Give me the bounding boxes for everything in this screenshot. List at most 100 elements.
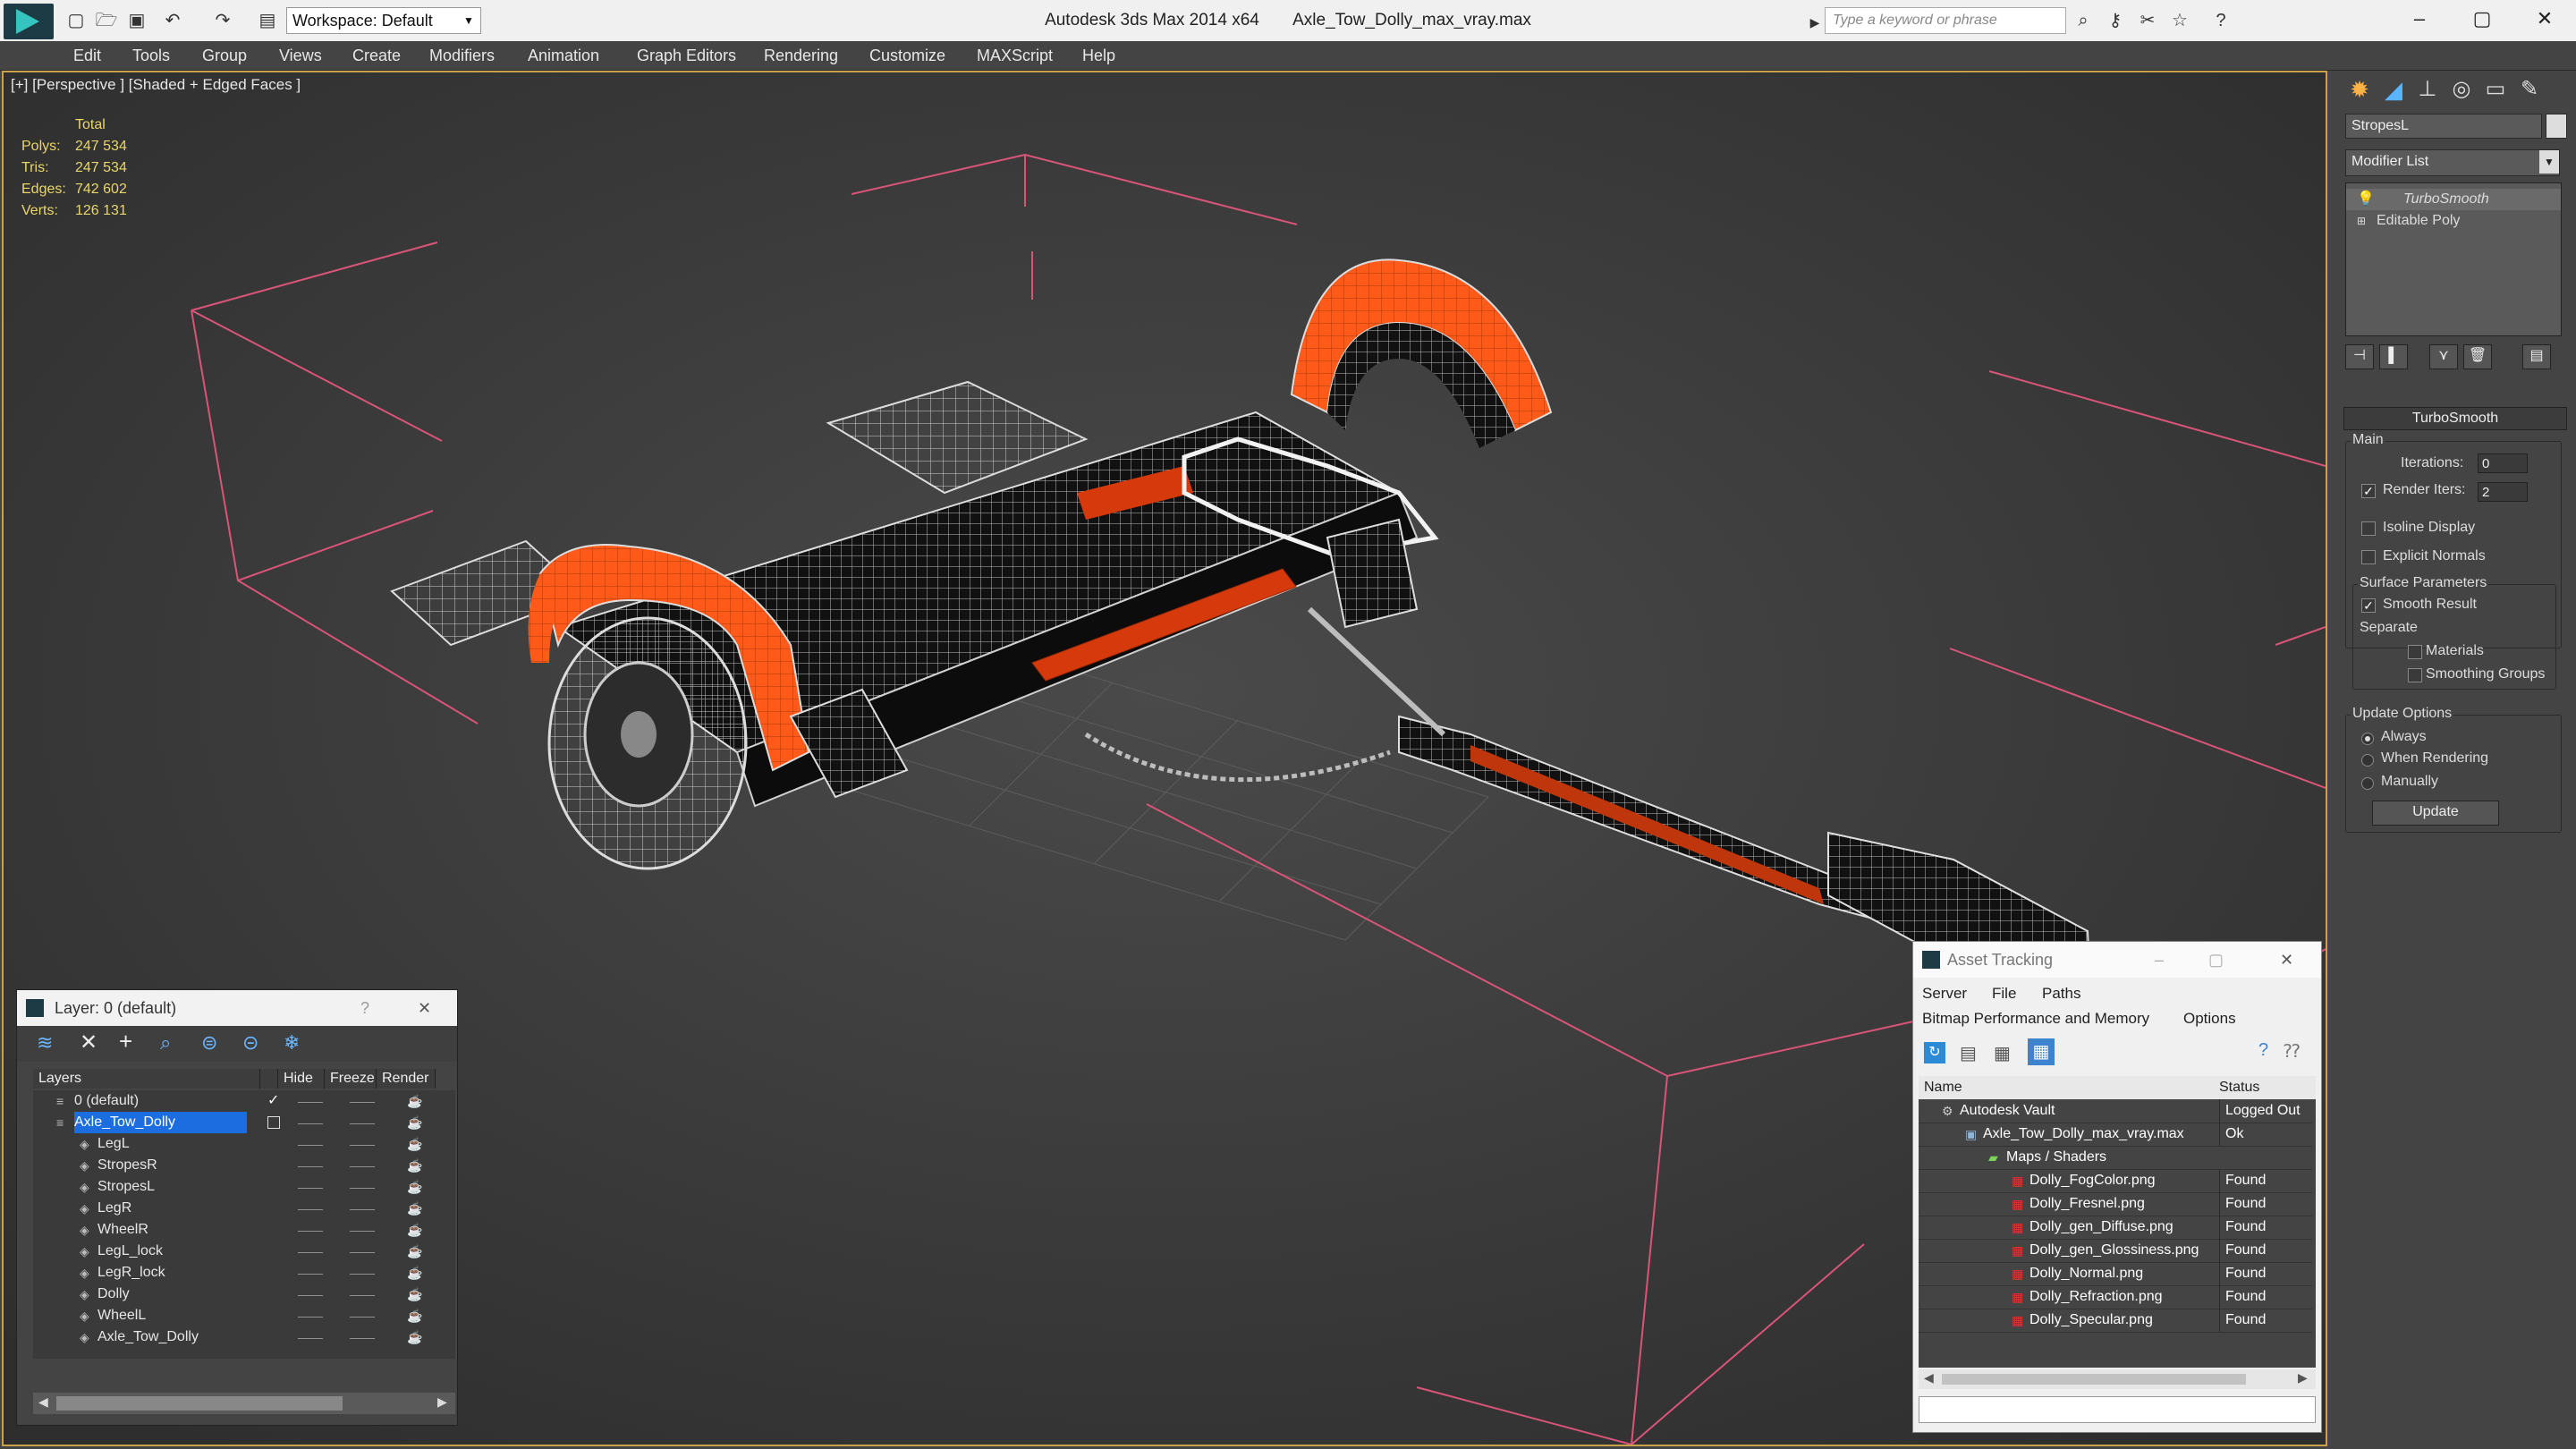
tools-icon[interactable]: ✂: [2136, 9, 2159, 32]
render-teapot-icon[interactable]: ☕: [407, 1155, 422, 1176]
viewport-label[interactable]: [+] [Perspective ] [Shaded + Edged Faces…: [11, 76, 301, 94]
help-icon[interactable]: ?: [2258, 1040, 2268, 1061]
always-radio[interactable]: [2361, 733, 2374, 745]
col-name[interactable]: Name: [1924, 1076, 1962, 1099]
render-teapot-icon[interactable]: ☕: [407, 1176, 422, 1198]
motion-tab-icon[interactable]: ◎: [2445, 76, 2478, 106]
freeze-toggle[interactable]: ——: [350, 1284, 375, 1305]
help-button[interactable]: ?: [360, 990, 369, 1026]
freeze-toggle[interactable]: ——: [350, 1305, 375, 1326]
utilities-tab-icon[interactable]: ✎: [2513, 76, 2546, 106]
undo-icon[interactable]: ↶: [161, 9, 184, 32]
search-input[interactable]: Type a keyword or phrase: [1825, 7, 2066, 34]
object-name-field[interactable]: StropesL: [2345, 114, 2542, 139]
isoline-display-checkbox[interactable]: [2361, 521, 2376, 536]
scroll-right-icon[interactable]: ▶: [2298, 1370, 2308, 1385]
stack-item-editable-poly[interactable]: ⊞ Editable Poly: [2346, 210, 2561, 232]
menu-help[interactable]: Help: [1082, 41, 1115, 70]
menu-create[interactable]: Create: [352, 41, 401, 70]
manually-radio[interactable]: [2361, 777, 2374, 790]
remove-modifier-icon[interactable]: 🗑: [2463, 344, 2492, 369]
scroll-thumb[interactable]: [1942, 1374, 2246, 1385]
freeze-toggle[interactable]: ——: [350, 1262, 375, 1284]
layer-row[interactable]: ◈ StropesR —— —— ☕: [33, 1155, 455, 1176]
hide-all-icon[interactable]: ⊝: [242, 1031, 258, 1055]
menu-paths[interactable]: Paths: [2042, 985, 2080, 1003]
freeze-toggle[interactable]: ——: [350, 1198, 375, 1219]
list-view-icon[interactable]: ▤: [1960, 1042, 1977, 1064]
menu-maxscript[interactable]: MAXScript: [977, 41, 1053, 70]
maximize-button[interactable]: ▢: [2451, 0, 2513, 41]
asset-row[interactable]: ⚙ Autodesk Vault Logged Out: [1919, 1099, 2312, 1123]
refresh-icon[interactable]: ↻: [1924, 1042, 1945, 1063]
add-to-layer-icon[interactable]: +: [119, 1028, 132, 1055]
menu-animation[interactable]: Animation: [528, 41, 599, 70]
horizontal-scrollbar[interactable]: ◀ ▶: [33, 1393, 455, 1414]
menu-customize[interactable]: Customize: [869, 41, 945, 70]
iterations-spinner[interactable]: 0: [2478, 453, 2528, 473]
delete-layer-icon[interactable]: ✕: [80, 1030, 97, 1055]
render-teapot-icon[interactable]: ☕: [407, 1284, 422, 1305]
asset-path-field[interactable]: [1919, 1396, 2316, 1423]
layer-window-titlebar[interactable]: Layer: 0 (default) ? ✕: [17, 990, 457, 1026]
layer-row[interactable]: ≡ 0 (default) ✓ —— —— ☕: [33, 1090, 455, 1112]
menu-options[interactable]: Options: [2183, 1010, 2236, 1028]
render-teapot-icon[interactable]: ☕: [407, 1241, 422, 1262]
update-button[interactable]: Update: [2372, 801, 2499, 826]
highlight-layer-icon[interactable]: ⊜: [201, 1031, 217, 1055]
hierarchy-tab-icon[interactable]: ⊥: [2411, 76, 2444, 106]
asset-row[interactable]: ▦ Dolly_Refraction.png Found: [1919, 1285, 2312, 1309]
menu-server[interactable]: Server: [1922, 985, 1967, 1003]
make-unique-icon[interactable]: ⋎: [2429, 344, 2458, 369]
close-button[interactable]: ✕: [418, 990, 431, 1026]
configure-sets-icon[interactable]: ▤: [2522, 344, 2551, 369]
display-tab-icon[interactable]: ▭: [2479, 76, 2512, 106]
create-tab-icon[interactable]: ✹: [2343, 76, 2376, 106]
freeze-toggle[interactable]: ——: [350, 1241, 375, 1262]
hide-toggle[interactable]: ——: [298, 1284, 323, 1305]
freeze-toggle[interactable]: ——: [350, 1112, 375, 1133]
menu-tools[interactable]: Tools: [132, 41, 170, 70]
hide-toggle[interactable]: ——: [298, 1326, 323, 1348]
asset-row[interactable]: ▦ Dolly_gen_Diffuse.png Found: [1919, 1216, 2312, 1240]
modify-tab-icon[interactable]: ◢: [2377, 76, 2410, 106]
pin-stack-icon[interactable]: ⊣: [2345, 344, 2374, 369]
layer-row[interactable]: ◈ LegR —— —— ☕: [33, 1198, 455, 1219]
render-teapot-icon[interactable]: ☕: [407, 1262, 422, 1284]
when-rendering-radio[interactable]: [2361, 754, 2374, 767]
hide-toggle[interactable]: ——: [298, 1133, 323, 1155]
freeze-toggle[interactable]: ——: [350, 1133, 375, 1155]
hide-toggle[interactable]: ——: [298, 1112, 323, 1133]
modifier-list-dropdown[interactable]: Modifier List ▼: [2345, 149, 2560, 176]
asset-row[interactable]: ▦ Dolly_Specular.png Found: [1919, 1309, 2312, 1333]
menu-modifiers[interactable]: Modifiers: [429, 41, 495, 70]
render-teapot-icon[interactable]: ☕: [407, 1133, 422, 1155]
freeze-toggle[interactable]: ——: [350, 1155, 375, 1176]
asset-row[interactable]: ▦ Dolly_Normal.png Found: [1919, 1262, 2312, 1286]
table-view-icon[interactable]: ▦: [2028, 1038, 2055, 1065]
show-end-result-icon[interactable]: ▌: [2379, 344, 2408, 369]
layer-row[interactable]: ◈ WheelL —— —— ☕: [33, 1305, 455, 1326]
menu-graph-editors[interactable]: Graph Editors: [637, 41, 736, 70]
layer-row[interactable]: ◈ LegR_lock —— —— ☕: [33, 1262, 455, 1284]
render-teapot-icon[interactable]: ☕: [407, 1198, 422, 1219]
help-icon[interactable]: ?: [2209, 9, 2233, 32]
stack-item-turbosmooth[interactable]: 💡 TurboSmooth: [2346, 189, 2561, 210]
scroll-left-icon[interactable]: ◀: [1924, 1370, 1934, 1385]
new-file-icon[interactable]: ▢: [64, 9, 88, 32]
render-teapot-icon[interactable]: ☕: [407, 1326, 422, 1348]
layer-row[interactable]: ◈ LegL_lock —— —— ☕: [33, 1241, 455, 1262]
render-iters-checkbox[interactable]: ✓: [2361, 484, 2376, 498]
horizontal-scrollbar[interactable]: ◀ ▶: [1919, 1369, 2316, 1389]
col-hide[interactable]: Hide: [278, 1069, 325, 1089]
layer-row[interactable]: ≡ Axle_Tow_Dolly —— —— ☕: [33, 1112, 455, 1133]
star-icon[interactable]: ☆: [2168, 9, 2191, 32]
minimize-button[interactable]: –: [2388, 0, 2451, 41]
hide-toggle[interactable]: ——: [298, 1241, 323, 1262]
layer-row[interactable]: ◈ LegL —— —— ☕: [33, 1133, 455, 1155]
hide-toggle[interactable]: ——: [298, 1262, 323, 1284]
freeze-toggle[interactable]: ——: [350, 1326, 375, 1348]
layer-row[interactable]: ◈ Axle_Tow_Dolly —— —— ☕: [33, 1326, 455, 1348]
set-current-checkbox[interactable]: [267, 1116, 280, 1129]
render-iters-spinner[interactable]: 2: [2478, 482, 2528, 502]
